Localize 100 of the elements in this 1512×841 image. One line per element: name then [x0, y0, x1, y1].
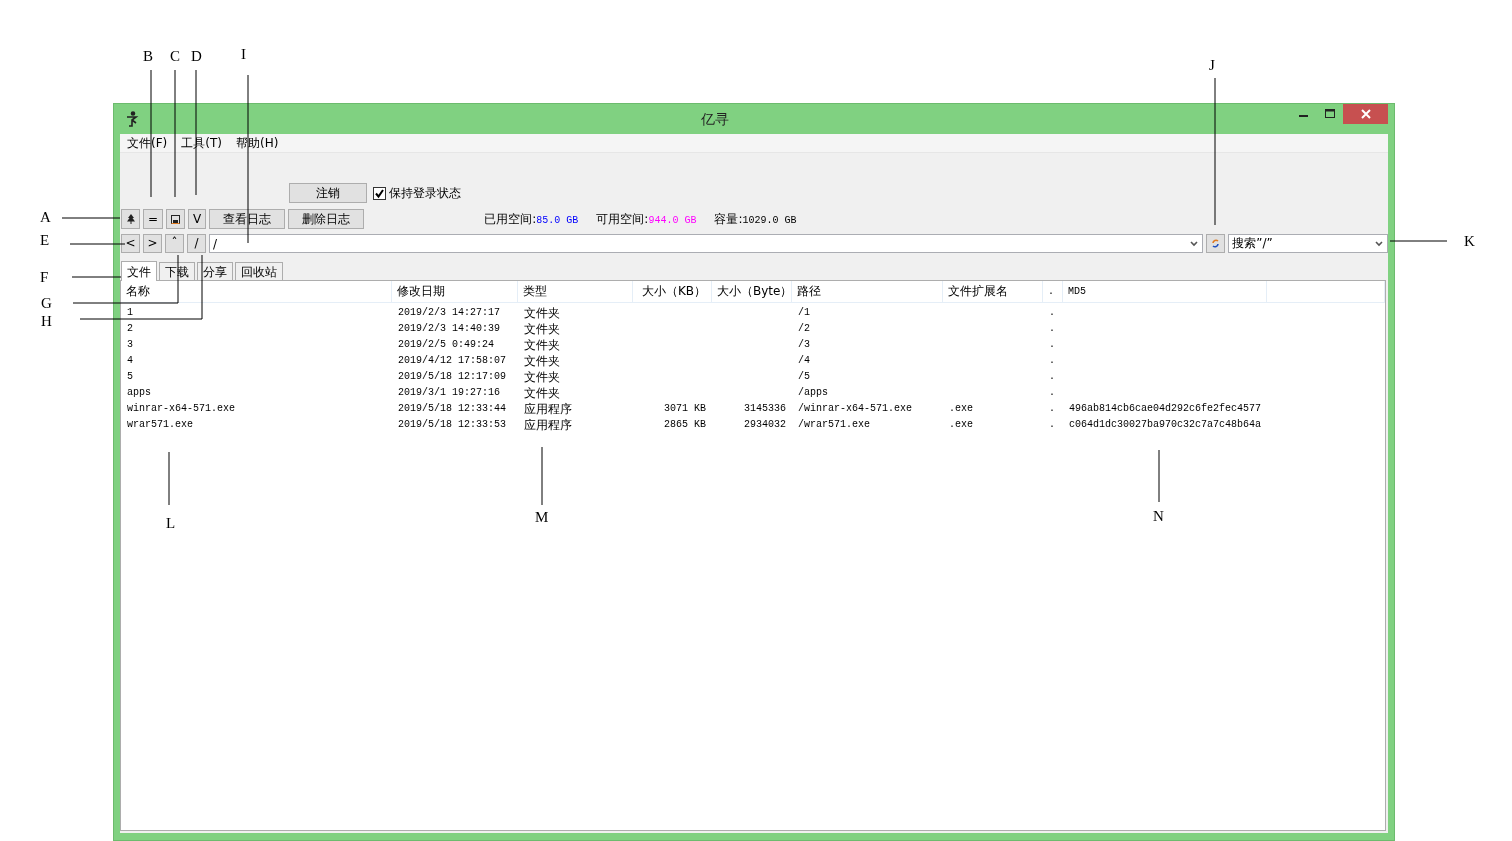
save-button[interactable] — [166, 209, 186, 229]
leader-line — [1389, 240, 1448, 242]
table-cell-text: 2934032 — [743, 418, 787, 432]
table-cell-text: 3 — [126, 338, 134, 352]
column-header[interactable]: . — [1043, 281, 1063, 302]
toolbar-button[interactable]: 删除日志 — [288, 209, 365, 229]
table-cell-text: . — [1048, 386, 1056, 400]
table-cell-text: 文件夹 — [523, 305, 561, 321]
table-cell-text: /1 — [797, 306, 811, 320]
storage-info: 可用空间:944.0 GB — [596, 211, 697, 228]
table-cell-text: 2019/2/3 14:27:17 — [397, 306, 502, 320]
table-cell-text: /5 — [797, 370, 811, 384]
table-cell-text: .exe — [948, 402, 974, 416]
checkbox-label: 保持登录状态 — [389, 185, 461, 202]
callout-label: J — [1209, 58, 1215, 73]
toolbar-button[interactable]: 查看日志 — [209, 209, 286, 229]
table-cell-text: 4 — [126, 354, 134, 368]
refresh-button[interactable] — [1206, 234, 1226, 253]
callout-label: F — [40, 270, 49, 285]
table-cell-text: /winrar-x64-571.exe — [797, 402, 914, 416]
table-cell-text: 3145336 — [743, 402, 787, 416]
table-cell-text: . — [1048, 354, 1056, 368]
nav-button[interactable]: > — [143, 234, 162, 253]
table-cell-text: /3 — [797, 338, 811, 352]
table-cell-text: /apps — [797, 386, 829, 400]
column-header[interactable]: 大小（KB） — [633, 281, 712, 302]
menu-item[interactable]: 工具(T) — [181, 134, 222, 152]
column-header[interactable]: MD5 — [1063, 281, 1267, 302]
toolbar-button[interactable]: V — [188, 209, 207, 229]
table-cell-text: . — [1048, 418, 1056, 432]
tree-button[interactable] — [121, 209, 140, 229]
nav-button[interactable]: / — [187, 234, 206, 253]
tab[interactable]: 下载 — [159, 262, 195, 280]
table-cell-text: . — [1048, 322, 1056, 336]
table-cell-text: 2019/4/12 17:58:07 — [397, 354, 508, 368]
table-cell-text: . — [1048, 370, 1056, 384]
table-cell-text: 应用程序 — [523, 417, 573, 433]
dropdown-icon[interactable] — [1375, 241, 1384, 247]
table-cell-text: 文件夹 — [523, 369, 561, 385]
close-icon — [1360, 109, 1371, 119]
table-cell-text: /2 — [797, 322, 811, 336]
close-button[interactable] — [1343, 104, 1388, 124]
leader-line — [69, 243, 126, 245]
table-cell-text: 2 — [126, 322, 134, 336]
menu-item[interactable]: 帮助(H) — [235, 134, 279, 152]
logout-button[interactable]: 注销 — [289, 183, 367, 203]
table-cell-text: 应用程序 — [523, 401, 573, 417]
table-cell-text: apps — [126, 386, 152, 400]
column-header[interactable]: 修改日期 — [392, 281, 518, 302]
tab[interactable]: 分享 — [197, 262, 233, 280]
window-title: 亿寻 — [700, 110, 730, 129]
refresh-icon — [1211, 239, 1221, 248]
storage-info: 容量:1029.0 GB — [714, 211, 797, 228]
callout-label: D — [191, 49, 202, 64]
callout-label: L — [166, 516, 176, 531]
table-cell-text: 2019/3/1 19:27:16 — [397, 386, 502, 400]
save-icon — [171, 214, 181, 224]
callout-label: G — [41, 296, 52, 311]
tab[interactable]: 回收站 — [235, 262, 283, 280]
table-cell-text: 2019/5/18 12:33:53 — [397, 418, 508, 432]
nav-button[interactable]: ˆ — [165, 234, 184, 253]
table-cell-text: . — [1048, 338, 1056, 352]
tree-icon — [126, 214, 135, 224]
table-cell-text: 2865 KB — [663, 418, 707, 432]
table-cell-text: /4 — [797, 354, 811, 368]
table-cell-text: 2019/5/18 12:33:44 — [397, 402, 508, 416]
nav-button[interactable]: < — [121, 234, 140, 253]
table-cell-text: . — [1048, 306, 1056, 320]
table-cell-text: winrar-x64-571.exe — [126, 402, 237, 416]
column-header[interactable]: 路径 — [792, 281, 943, 302]
callout-label: N — [1153, 509, 1164, 524]
column-header[interactable]: 名称 — [121, 281, 392, 302]
path-field[interactable]: / — [209, 234, 1204, 253]
callout-label: B — [143, 49, 153, 64]
maximize-icon — [1324, 109, 1336, 119]
column-header[interactable]: 大小（Byte） — [712, 281, 792, 302]
column-header[interactable]: 文件扩展名 — [943, 281, 1043, 302]
leader-line — [1158, 449, 1160, 503]
callout-label: C — [170, 49, 180, 64]
table-cell-text: 496ab814cb6cae04d292c6fe2fec4577 — [1068, 402, 1263, 416]
storage-info: 已用空间:85.0 GB — [484, 211, 579, 228]
checkbox[interactable] — [373, 186, 386, 200]
toolbar-button[interactable]: = — [143, 209, 164, 229]
table-cell-text: 文件夹 — [523, 337, 561, 353]
callout-label: I — [241, 47, 246, 62]
app-icon — [125, 111, 139, 127]
table-cell-text: c064d1dc30027ba970c32c7a7c48b64a — [1068, 418, 1263, 432]
table-cell-text: 2019/2/5 0:49:24 — [397, 338, 495, 352]
search-field[interactable]: 搜索”/” — [1228, 234, 1389, 253]
table-cell-text: 5 — [126, 370, 134, 384]
column-header[interactable]: 类型 — [518, 281, 633, 302]
leader-line — [168, 451, 170, 506]
menu-item[interactable]: 文件(F) — [127, 134, 168, 152]
leader-line — [61, 217, 121, 219]
leader-line — [541, 446, 543, 506]
table-cell-text: 1 — [126, 306, 134, 320]
dropdown-icon[interactable] — [1190, 241, 1199, 247]
callout-label: A — [40, 210, 51, 225]
table-cell-text: /wrar571.exe — [797, 418, 871, 432]
table-cell-text: . — [1048, 402, 1056, 416]
